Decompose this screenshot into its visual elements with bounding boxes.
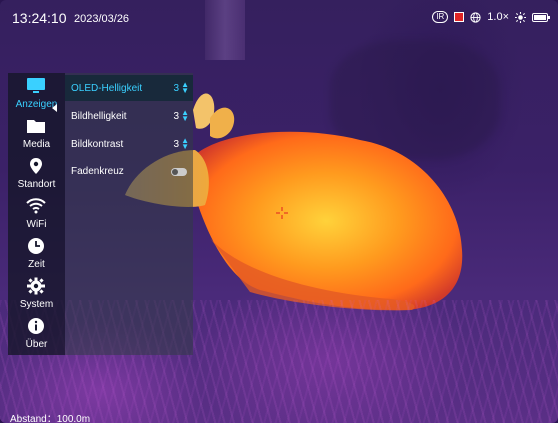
sidebar-label: Zeit: [28, 259, 45, 270]
sidebar-label: Media: [22, 139, 51, 150]
setting-label: OLED-Helligkeit: [71, 83, 143, 94]
status-icons: IR 1.0×: [432, 11, 550, 23]
globe-icon: [470, 11, 481, 23]
sidebar-item-standort[interactable]: Standort: [8, 155, 65, 195]
sidebar-label: System: [19, 299, 54, 310]
distance-readout: Abstand：100.0m: [10, 414, 91, 423]
sidebar-label: WiFi: [26, 219, 47, 230]
gear-icon: [27, 277, 45, 295]
setting-label: Bildkontrast: [71, 139, 124, 150]
settings-panel: OLED-Helligkeit 3 ▲ ▼ Bildhelligkeit 3 ▲ ▼…: [65, 73, 193, 355]
sun-icon: [515, 11, 526, 23]
sidebar-item-wifi[interactable]: WiFi: [8, 195, 65, 235]
info-icon: [28, 318, 44, 334]
setting-value: 3: [173, 83, 179, 94]
ir-badge: IR: [432, 11, 449, 23]
clock-date: 2023/03/26: [74, 13, 130, 25]
location-icon: [30, 158, 42, 174]
folder-icon: [27, 120, 45, 133]
up-down-arrow-icon[interactable]: ▲ ▼: [181, 109, 189, 123]
setting-image-brightness[interactable]: Bildhelligkeit 3 ▲ ▼: [65, 103, 193, 129]
wifi-icon: [26, 198, 46, 214]
up-down-arrow-icon[interactable]: ▲ ▼: [181, 137, 189, 151]
sidebar-label: Über: [25, 339, 48, 350]
crosshair-icon: [276, 207, 288, 219]
setting-oled-brightness[interactable]: OLED-Helligkeit 3 ▲ ▼: [65, 75, 193, 101]
setting-label: Fadenkreuz: [71, 166, 124, 177]
sidebar-item-media[interactable]: Media: [8, 115, 65, 155]
thermal-view: 13:24:10 2023/03/26 IR 1.0× Anzeigen Med…: [0, 0, 558, 423]
setting-image-contrast[interactable]: Bildkontrast 3 ▲ ▼: [65, 131, 193, 157]
setting-value: 3: [173, 111, 179, 122]
record-icon: [454, 12, 465, 22]
setting-value: 3: [173, 139, 179, 150]
status-bar: 13:24:10 2023/03/26 IR 1.0×: [0, 0, 558, 36]
up-down-arrow-icon[interactable]: ▲ ▼: [181, 81, 189, 95]
battery-icon: [532, 12, 550, 22]
reticle-toggle[interactable]: [171, 168, 187, 176]
active-indicator: [52, 104, 57, 112]
display-icon: [27, 78, 45, 93]
sidebar-item-uber[interactable]: Über: [8, 315, 65, 355]
sidebar-label: Standort: [17, 179, 56, 190]
sidebar-item-zeit[interactable]: Zeit: [8, 235, 65, 275]
zoom-level: 1.0×: [487, 11, 509, 23]
clock-icon: [28, 238, 44, 254]
setting-reticle[interactable]: Fadenkreuz: [65, 158, 193, 184]
clock-time: 13:24:10: [12, 10, 67, 26]
setting-label: Bildhelligkeit: [71, 111, 127, 122]
sidebar-item-system[interactable]: System: [8, 275, 65, 315]
settings-sidebar: Anzeigen Media Standort WiFi Zeit System…: [8, 73, 65, 355]
